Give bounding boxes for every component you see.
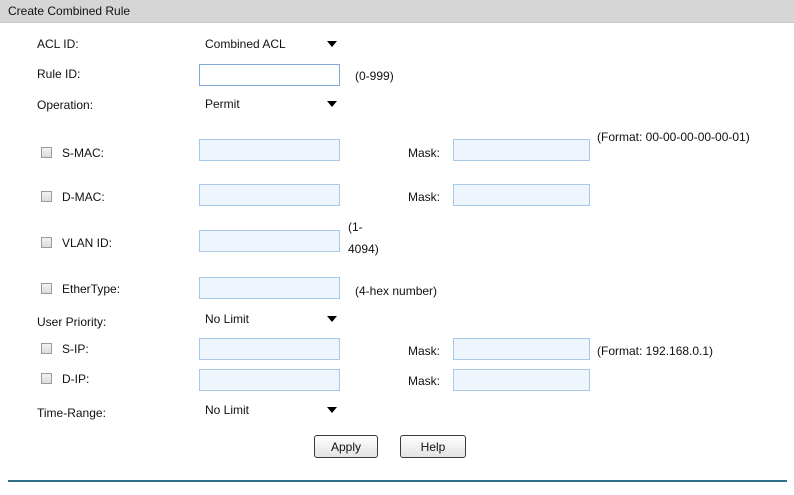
ether-type-input[interactable] <box>199 277 340 299</box>
s-mac-format-hint: (Format: 00-00-00-00-00-01) <box>597 130 750 144</box>
d-ip-mask-label: Mask: <box>408 374 441 388</box>
s-ip-input[interactable] <box>199 338 340 360</box>
rule-id-hint: (0-999) <box>355 69 394 83</box>
s-ip-mask-label: Mask: <box>408 344 441 358</box>
help-button[interactable]: Help <box>400 435 466 458</box>
operation-value: Permit <box>205 97 240 111</box>
user-priority-value: No Limit <box>205 312 250 326</box>
rule-id-input[interactable] <box>199 64 340 86</box>
s-ip-mask-input[interactable] <box>453 338 590 360</box>
operation-select[interactable]: Permit <box>199 94 341 114</box>
ether-type-label: EtherType: <box>62 282 121 296</box>
s-mac-mask-input[interactable] <box>453 139 590 161</box>
chevron-down-icon <box>327 316 337 322</box>
s-mac-checkbox[interactable] <box>41 147 52 158</box>
d-mac-mask-label: Mask: <box>408 190 441 204</box>
ether-type-checkbox[interactable] <box>41 283 52 294</box>
chevron-down-icon <box>327 407 337 413</box>
footer-divider <box>8 480 787 482</box>
ether-type-hint: (4-hex number) <box>355 284 438 298</box>
time-range-value: No Limit <box>205 403 250 417</box>
rule-id-label: Rule ID: <box>37 67 81 81</box>
vlan-id-checkbox[interactable] <box>41 237 52 248</box>
d-mac-label: D-MAC: <box>62 190 105 204</box>
d-ip-label: D-IP: <box>62 372 90 386</box>
vlan-id-input[interactable] <box>199 230 340 252</box>
s-mac-label: S-MAC: <box>62 146 104 160</box>
d-mac-checkbox[interactable] <box>41 191 52 202</box>
d-ip-mask-input[interactable] <box>453 369 590 391</box>
user-priority-select[interactable]: No Limit <box>199 309 341 329</box>
panel-header: Create Combined Rule <box>0 0 794 23</box>
apply-button[interactable]: Apply <box>314 435 378 458</box>
user-priority-label: User Priority: <box>37 315 107 329</box>
s-ip-checkbox[interactable] <box>41 343 52 354</box>
operation-label: Operation: <box>37 98 94 112</box>
s-mac-input[interactable] <box>199 139 340 161</box>
s-ip-label: S-IP: <box>62 342 89 356</box>
d-mac-input[interactable] <box>199 184 340 206</box>
vlan-id-hint: (1-4094) <box>348 220 379 256</box>
s-ip-format-hint: (Format: 192.168.0.1) <box>597 344 714 358</box>
panel-title: Create Combined Rule <box>8 4 131 18</box>
acl-id-select[interactable]: Combined ACL <box>199 34 341 54</box>
acl-id-label: ACL ID: <box>37 37 79 51</box>
d-mac-mask-input[interactable] <box>453 184 590 206</box>
time-range-label: Time-Range: <box>37 406 106 420</box>
time-range-select[interactable]: No Limit <box>199 400 341 420</box>
d-ip-checkbox[interactable] <box>41 373 52 384</box>
acl-id-value: Combined ACL <box>205 37 286 51</box>
d-ip-input[interactable] <box>199 369 340 391</box>
vlan-id-label: VLAN ID: <box>62 236 113 250</box>
chevron-down-icon <box>327 41 337 47</box>
s-mac-mask-label: Mask: <box>408 146 441 160</box>
chevron-down-icon <box>327 101 337 107</box>
